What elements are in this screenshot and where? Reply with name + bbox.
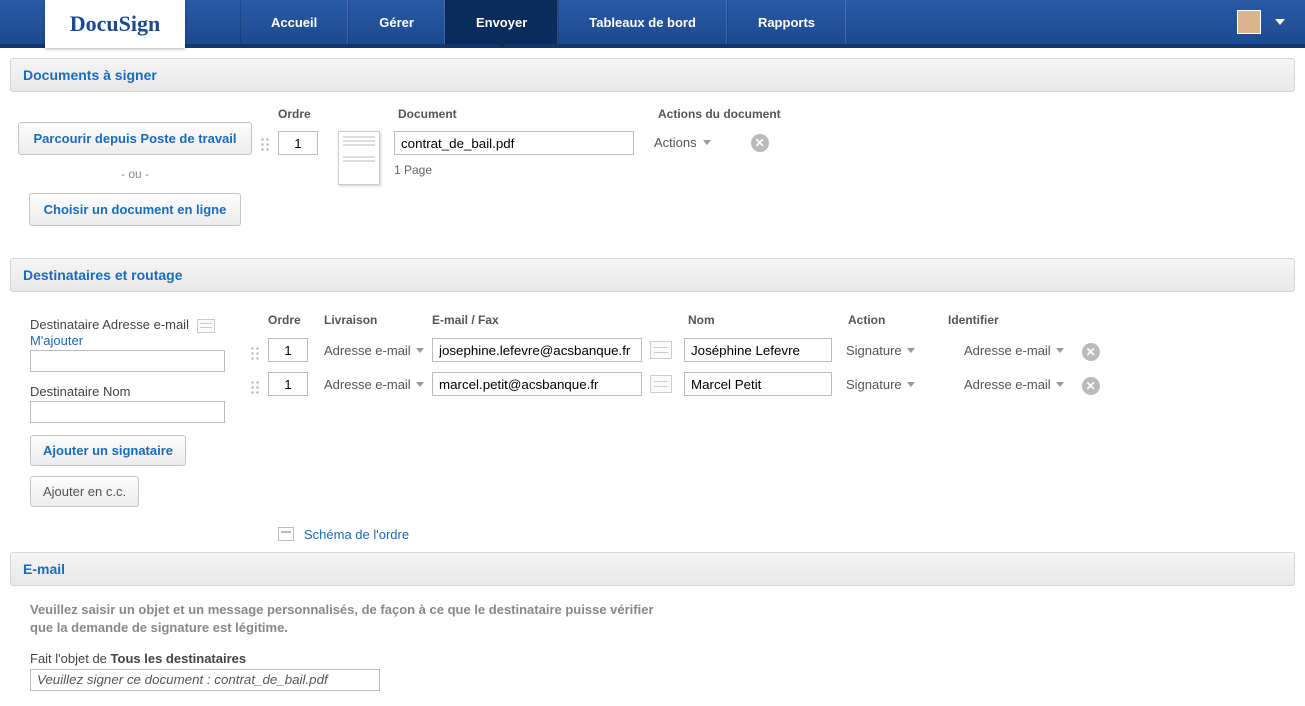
chevron-down-icon [703, 140, 711, 145]
recipient-row: Adresse e-mail Signature Adresse e-mail … [250, 333, 1295, 367]
recipient-email-field[interactable] [432, 372, 642, 396]
documents-section-header: Documents à signer [10, 58, 1295, 92]
page-count: 1 Page [394, 163, 634, 177]
recipient-name-input[interactable] [30, 401, 225, 423]
col-doc-actions: Actions du document [658, 107, 808, 121]
recipient-name-field[interactable] [684, 338, 832, 362]
browse-local-button[interactable]: Parcourir depuis Poste de travail [18, 122, 251, 155]
nav-envoyer[interactable]: Envoyer [445, 0, 558, 44]
recipient-email-field[interactable] [432, 338, 642, 362]
recipient-name-field[interactable] [684, 372, 832, 396]
choose-online-button[interactable]: Choisir un document en ligne [29, 193, 242, 226]
col-document: Document [398, 107, 658, 121]
nav-gerer[interactable]: Gérer [348, 0, 445, 44]
chevron-down-icon [416, 348, 424, 353]
email-instructions: Veuillez saisir un objet et un message p… [30, 601, 670, 637]
identify-dropdown[interactable]: Adresse e-mail [964, 343, 1064, 358]
chevron-down-icon [416, 382, 424, 387]
order-schema-link[interactable]: Schéma de l'ordre [304, 527, 409, 542]
user-menu[interactable] [1237, 0, 1305, 44]
add-signer-button[interactable]: Ajouter un signataire [30, 435, 186, 466]
order-schema-icon [278, 527, 294, 541]
delivery-dropdown[interactable]: Adresse e-mail [324, 377, 424, 392]
action-dropdown[interactable]: Signature [846, 343, 936, 358]
drag-handle-icon[interactable] [250, 340, 268, 360]
top-nav: DocuSign Accueil Gérer Envoyer Tableaux … [0, 0, 1305, 48]
col-name: Nom [688, 313, 848, 327]
avatar [1237, 10, 1261, 34]
document-thumbnail[interactable] [338, 131, 380, 185]
recipient-email-input[interactable] [30, 350, 225, 372]
col-identify: Identifier [948, 313, 1068, 327]
recipients-section-header: Destinataires et routage [10, 258, 1295, 292]
logo[interactable]: DocuSign [45, 0, 185, 48]
add-cc-button[interactable]: Ajouter en c.c. [30, 476, 139, 507]
recipient-row: Adresse e-mail Signature Adresse e-mail … [250, 367, 1295, 401]
email-section-header: E-mail [10, 552, 1295, 586]
document-actions-dropdown[interactable]: Actions [654, 131, 711, 150]
subject-label-bold: Tous les destinataires [111, 651, 247, 666]
col-order: Ordre [278, 107, 338, 121]
address-book-icon[interactable] [650, 375, 672, 393]
col-delivery: Livraison [324, 313, 432, 327]
drag-handle-icon[interactable] [250, 374, 268, 394]
recipient-name-label: Destinataire Nom [30, 384, 130, 399]
subject-input[interactable] [30, 669, 380, 691]
logo-text: DocuSign [70, 11, 160, 37]
col-order: Ordre [268, 313, 324, 327]
nav-accueil[interactable]: Accueil [240, 0, 348, 44]
remove-recipient-button[interactable]: ✕ [1082, 343, 1100, 361]
document-row: 1 Page Actions ✕ [260, 127, 1295, 185]
action-dropdown[interactable]: Signature [846, 377, 936, 392]
chevron-down-icon [1275, 19, 1285, 25]
nav-rapports[interactable]: Rapports [727, 0, 846, 44]
remove-recipient-button[interactable]: ✕ [1082, 377, 1100, 395]
document-name-input[interactable] [394, 131, 634, 155]
add-me-link[interactable]: M'ajouter [30, 333, 83, 348]
doc-order-input[interactable] [278, 131, 318, 155]
identify-dropdown[interactable]: Adresse e-mail [964, 377, 1064, 392]
remove-document-button[interactable]: ✕ [751, 134, 769, 152]
chevron-down-icon [907, 382, 915, 387]
chevron-down-icon [1056, 348, 1064, 353]
or-separator: - ou - [10, 167, 260, 181]
subject-label-prefix: Fait l'objet de [30, 651, 111, 666]
nav-tableaux-de-bord[interactable]: Tableaux de bord [558, 0, 727, 44]
recipient-order-input[interactable] [268, 338, 308, 362]
recipient-email-label: Destinataire Adresse e-mail [30, 317, 189, 332]
document-upload-panel: Parcourir depuis Poste de travail - ou -… [10, 107, 260, 238]
drag-handle-icon[interactable] [260, 131, 278, 151]
delivery-dropdown[interactable]: Adresse e-mail [324, 343, 424, 358]
chevron-down-icon [907, 348, 915, 353]
col-action: Action [848, 313, 948, 327]
col-email: E-mail / Fax [432, 313, 688, 327]
address-book-icon[interactable] [197, 319, 215, 333]
recipient-order-input[interactable] [268, 372, 308, 396]
address-book-icon[interactable] [650, 341, 672, 359]
chevron-down-icon [1056, 382, 1064, 387]
